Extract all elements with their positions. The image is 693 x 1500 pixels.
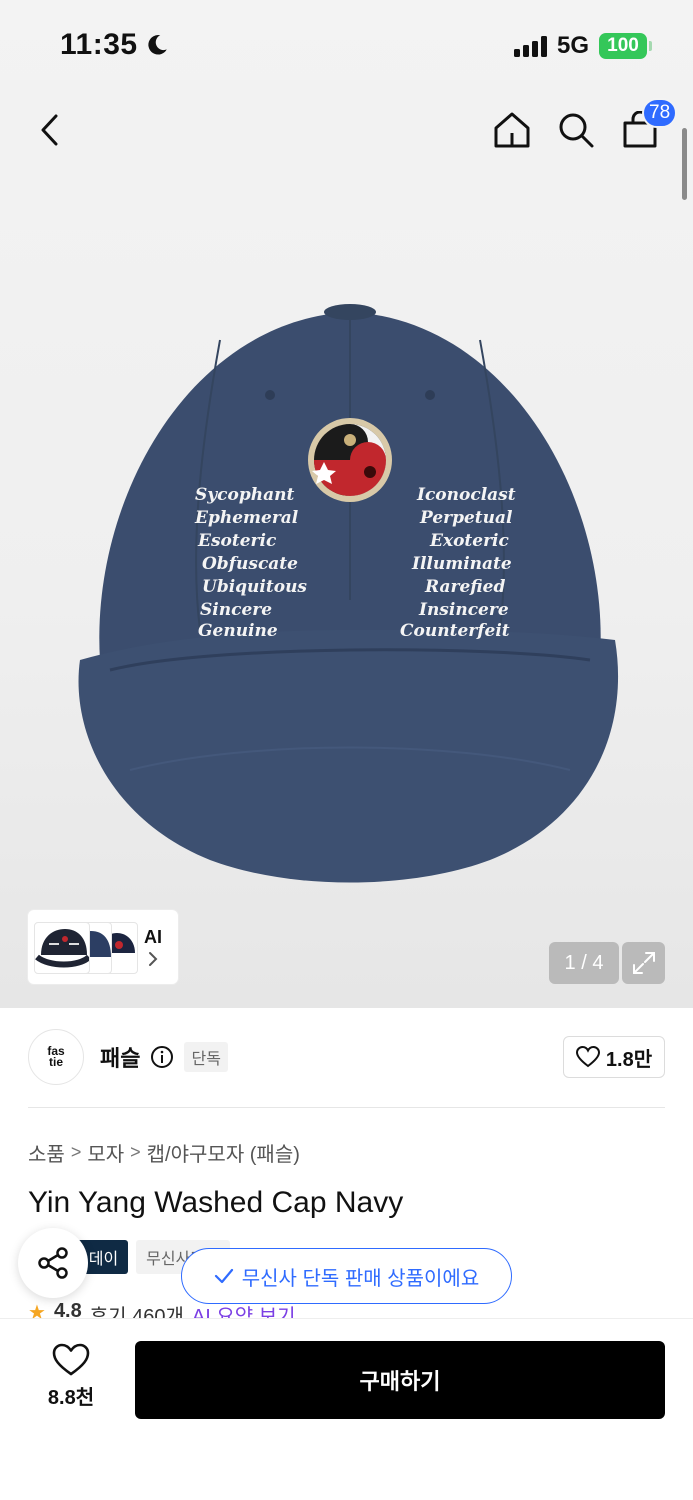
breadcrumb: 소품 > 모자 > 캡/야구모자 (패슬) xyxy=(28,1138,300,1167)
chevron-right-icon: > xyxy=(130,1142,141,1162)
star-icon: ★ xyxy=(28,1302,46,1320)
cap-embroidery-word: Ubiquitous xyxy=(202,577,307,597)
product-image-cap: Sycophant Ephemeral Esoteric Obfuscate U… xyxy=(78,304,619,883)
brand-like-count: 1.8만 xyxy=(605,1048,653,1071)
review-count[interactable]: 후기 460개 xyxy=(90,1300,184,1320)
exclusive-toast: 무신사 단독 판매 상품이에요 xyxy=(181,1248,512,1304)
breadcrumb-item-hats[interactable]: 모자 xyxy=(87,1138,124,1167)
brand-logo[interactable]: fas tie xyxy=(28,1029,84,1085)
top-nav: 78 xyxy=(0,98,693,164)
cap-thumbnail-image xyxy=(35,929,89,968)
cap-embroidery-word: Ephemeral xyxy=(194,508,299,528)
page-indicator: 1 / 4 xyxy=(549,942,619,984)
cap-embroidery-word: Sycophant xyxy=(195,485,294,505)
wishlist-button[interactable]: 8.8천 xyxy=(30,1343,112,1410)
status-indicators: 5G 100 xyxy=(513,32,652,60)
cap-embroidery-word: Genuine xyxy=(198,621,278,641)
exclusive-badge: 단독 xyxy=(184,1042,228,1072)
thumbnail-stack[interactable] xyxy=(34,916,138,978)
cap-embroidery-word: Sincere xyxy=(200,600,272,620)
expand-icon xyxy=(632,952,655,974)
expand-button[interactable] xyxy=(622,942,665,984)
cap-embroidery-word: Insincere xyxy=(418,600,509,620)
chevron-left-icon xyxy=(41,114,58,146)
status-time: 11:35 xyxy=(60,28,170,62)
breadcrumb-item-accessories[interactable]: 소품 xyxy=(28,1138,65,1167)
product-title: Yin Yang Washed Cap Navy xyxy=(28,1186,404,1219)
network-label: 5G xyxy=(556,32,589,59)
brand-row[interactable]: fas tie 패슬 단독 1.8만 xyxy=(28,1028,665,1086)
rating-score: 4.8 xyxy=(53,1300,82,1320)
cap-embroidery-word: Rarefied xyxy=(424,577,505,597)
ai-chip[interactable]: AI xyxy=(144,927,162,968)
thumbnail-1[interactable] xyxy=(34,922,90,974)
check-icon xyxy=(214,1268,233,1284)
home-button[interactable] xyxy=(484,100,540,160)
back-button[interactable] xyxy=(22,100,78,160)
chevron-right-icon: > xyxy=(70,1142,82,1162)
signal-icon xyxy=(513,35,547,57)
search-icon xyxy=(559,113,594,148)
moon-icon xyxy=(147,35,167,55)
home-icon xyxy=(494,112,530,148)
status-bar: 11:35 5G 100 xyxy=(0,0,693,90)
battery-icon: 100 xyxy=(599,33,652,59)
buy-button[interactable]: 구매하기 xyxy=(135,1341,665,1419)
cap-embroidery-word: Illuminate xyxy=(411,554,512,574)
info-icon[interactable] xyxy=(150,1045,174,1069)
cap-embroidery-word: Iconoclast xyxy=(416,485,516,505)
cart-button[interactable]: 78 xyxy=(612,98,678,160)
search-button[interactable] xyxy=(548,100,604,160)
cap-embroidery-word: Counterfeit xyxy=(400,621,510,641)
heart-icon xyxy=(575,1046,600,1068)
scrollbar[interactable] xyxy=(682,128,687,200)
cap-embroidery-word: Esoteric xyxy=(197,531,277,551)
heart-icon xyxy=(52,1343,90,1376)
share-icon xyxy=(38,1247,68,1279)
chevron-right-icon xyxy=(149,951,158,966)
product-gallery[interactable]: 11:35 5G 100 78 Sycophant Ephemeral Esot… xyxy=(0,0,693,1008)
breadcrumb-item-caps[interactable]: 캡/야구모자 (패슬) xyxy=(147,1138,300,1167)
cap-embroidery-word: Perpetual xyxy=(419,508,513,528)
cap-embroidery-word: Exoteric xyxy=(429,531,510,551)
thumbnail-strip[interactable]: AI xyxy=(28,910,178,984)
divider xyxy=(28,1107,665,1108)
wishlist-count: 8.8천 xyxy=(47,1387,95,1409)
cart-count-badge: 78 xyxy=(642,98,678,128)
brand-name[interactable]: 패슬 xyxy=(100,1041,140,1073)
brand-like-button[interactable]: 1.8만 xyxy=(563,1036,665,1078)
cap-embroidery-word: Obfuscate xyxy=(202,554,298,574)
bottom-action-bar: 8.8천 구매하기 xyxy=(0,1318,693,1500)
share-button[interactable] xyxy=(18,1228,88,1298)
